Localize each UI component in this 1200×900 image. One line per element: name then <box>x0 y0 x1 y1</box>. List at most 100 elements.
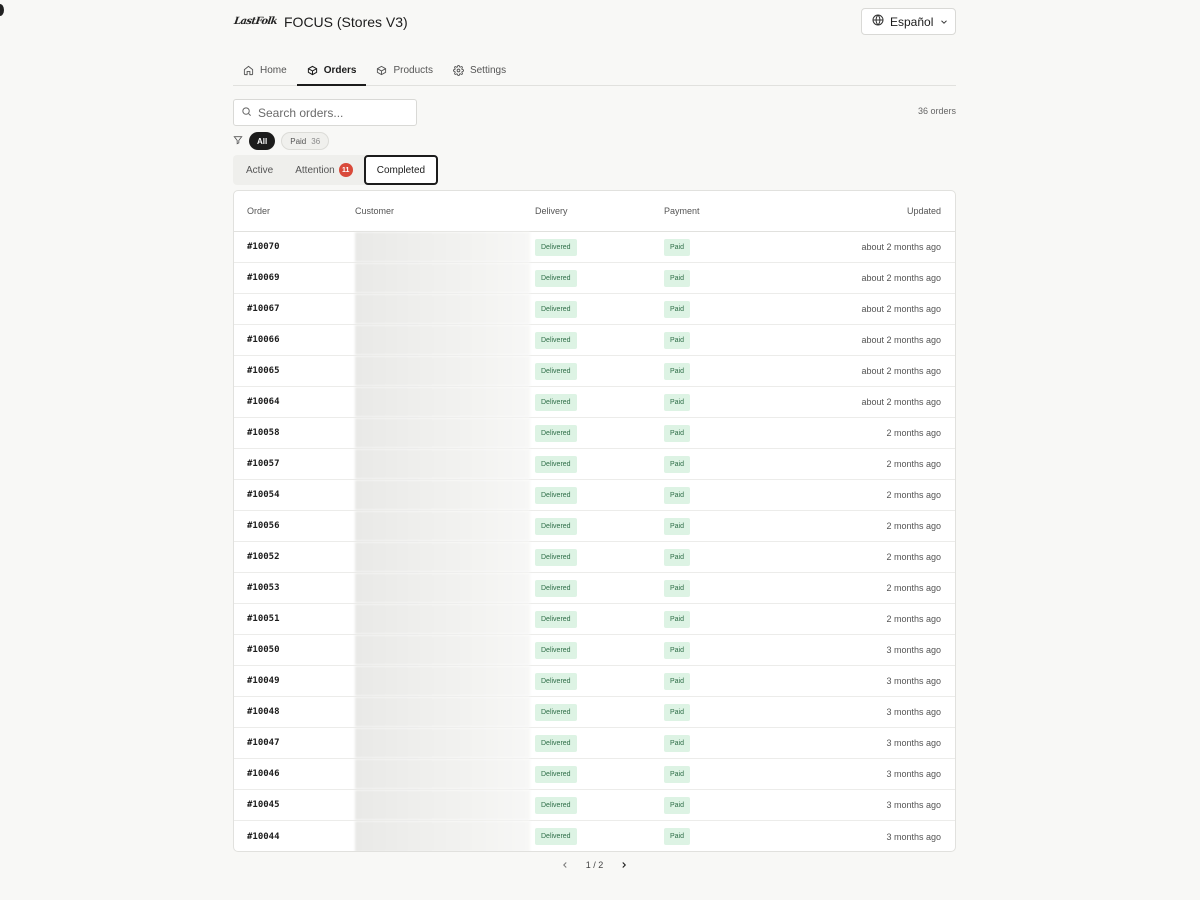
customer-redacted <box>355 790 530 820</box>
table-row[interactable]: #10069 Delivered Paid about 2 months ago <box>234 263 955 294</box>
status-tab-active[interactable]: Active <box>235 155 284 185</box>
table-row[interactable]: #10067 Delivered Paid about 2 months ago <box>234 294 955 325</box>
delivery-cell: Delivered <box>535 765 664 783</box>
status-tabs: Active Attention 11 Completed <box>233 155 439 185</box>
payment-status-badge: Paid <box>664 486 691 504</box>
table-row[interactable]: #10050 Delivered Paid 3 months ago <box>234 635 955 666</box>
updated-time: 3 months ago <box>886 831 941 842</box>
table-row[interactable]: #10052 Delivered Paid 2 months ago <box>234 542 955 573</box>
order-number: #10052 <box>247 552 280 562</box>
order-number: #10054 <box>247 490 280 500</box>
filter-icon[interactable] <box>233 132 243 150</box>
payment-status-badge: Paid <box>664 393 691 411</box>
updated-time: about 2 months ago <box>861 335 941 345</box>
customer-redacted <box>355 542 530 572</box>
customer-redacted <box>355 635 530 665</box>
customer-redacted <box>355 480 530 510</box>
order-number: #10049 <box>247 676 280 686</box>
box-icon <box>307 65 318 76</box>
delivery-cell: Delivered <box>535 362 664 380</box>
table-row[interactable]: #10049 Delivered Paid 3 months ago <box>234 666 955 697</box>
updated-time: 3 months ago <box>886 800 941 810</box>
search-input[interactable] <box>258 105 408 120</box>
filter-chip-all[interactable]: All <box>249 132 276 150</box>
col-payment-header: Payment <box>664 206 700 216</box>
status-tab-attention[interactable]: Attention 11 <box>284 155 363 185</box>
delivery-status-badge: Delivered <box>535 455 577 473</box>
table-row[interactable]: #10047 Delivered Paid 3 months ago <box>234 728 955 759</box>
payment-status-badge: Paid <box>664 455 691 473</box>
language-selector[interactable]: Español <box>861 8 956 35</box>
customer-redacted <box>355 759 530 789</box>
customer-cell <box>355 263 535 293</box>
customer-redacted <box>355 666 530 696</box>
order-number: #10051 <box>247 614 280 624</box>
customer-redacted <box>355 511 530 541</box>
customer-redacted <box>355 728 530 758</box>
table-row[interactable]: #10058 Delivered Paid 2 months ago <box>234 418 955 449</box>
filter-chip-all-label: All <box>257 136 268 146</box>
payment-cell: Paid <box>664 362 784 380</box>
order-number: #10048 <box>247 707 280 717</box>
tab-home[interactable]: Home <box>233 55 297 85</box>
table-row[interactable]: #10045 Delivered Paid 3 months ago <box>234 790 955 821</box>
customer-redacted <box>355 263 530 293</box>
edge-marker <box>0 4 4 16</box>
status-tab-active-label: Active <box>246 164 274 176</box>
customer-cell <box>355 666 535 696</box>
delivery-cell: Delivered <box>535 424 664 442</box>
table-row[interactable]: #10064 Delivered Paid about 2 months ago <box>234 387 955 418</box>
delivery-status-badge: Delivered <box>535 765 577 783</box>
payment-cell: Paid <box>664 269 784 287</box>
gear-icon <box>452 64 464 76</box>
customer-cell <box>355 542 535 572</box>
delivery-cell: Delivered <box>535 703 664 721</box>
table-row[interactable]: #10044 Delivered Paid 3 months ago <box>234 821 955 851</box>
table-row[interactable]: #10053 Delivered Paid 2 months ago <box>234 573 955 604</box>
order-number: #10050 <box>247 645 280 655</box>
table-row[interactable]: #10056 Delivered Paid 2 months ago <box>234 511 955 542</box>
payment-cell: Paid <box>664 300 784 318</box>
payment-cell: Paid <box>664 424 784 442</box>
header: LastFolk FOCUS (Stores V3) Español <box>233 0 956 44</box>
delivery-status-badge: Delivered <box>535 424 577 442</box>
table-row[interactable]: #10057 Delivered Paid 2 months ago <box>234 449 955 480</box>
filter-chip-paid[interactable]: Paid 36 <box>281 132 330 150</box>
delivery-status-badge: Delivered <box>535 796 577 814</box>
table-row[interactable]: #10070 Delivered Paid about 2 months ago <box>234 232 955 263</box>
tab-orders[interactable]: Orders <box>296 55 367 86</box>
app-title: FOCUS (Stores V3) <box>284 14 408 30</box>
delivery-cell: Delivered <box>535 238 664 256</box>
table-row[interactable]: #10066 Delivered Paid about 2 months ago <box>234 325 955 356</box>
updated-time: about 2 months ago <box>861 304 941 314</box>
table-row[interactable]: #10054 Delivered Paid 2 months ago <box>234 480 955 511</box>
customer-cell <box>355 232 535 262</box>
attention-count-badge: 11 <box>338 163 353 177</box>
customer-redacted <box>355 697 530 727</box>
table-row[interactable]: #10065 Delivered Paid about 2 months ago <box>234 356 955 387</box>
prev-page-button[interactable] <box>558 858 572 872</box>
home-icon <box>243 65 254 76</box>
next-page-button[interactable] <box>617 858 631 872</box>
table-row[interactable]: #10046 Delivered Paid 3 months ago <box>234 759 955 790</box>
payment-status-badge: Paid <box>664 331 691 349</box>
order-number: #10046 <box>247 769 280 779</box>
delivery-cell: Delivered <box>535 486 664 504</box>
payment-status-badge: Paid <box>664 765 691 783</box>
payment-status-badge: Paid <box>664 424 691 442</box>
table-row[interactable]: #10051 Delivered Paid 2 months ago <box>234 604 955 635</box>
status-tab-completed[interactable]: Completed <box>363 155 439 185</box>
payment-cell: Paid <box>664 517 784 535</box>
delivery-cell: Delivered <box>535 548 664 566</box>
customer-cell <box>355 759 535 789</box>
table-body: #10070 Delivered Paid about 2 months ago #10… <box>234 232 955 851</box>
customer-redacted <box>355 294 530 324</box>
payment-cell: Paid <box>664 393 784 411</box>
payment-cell: Paid <box>664 796 784 814</box>
delivery-status-badge: Delivered <box>535 517 577 535</box>
table-row[interactable]: #10048 Delivered Paid 3 months ago <box>234 697 955 728</box>
brand-logo: LastFolk <box>233 16 278 27</box>
tab-settings[interactable]: Settings <box>443 55 516 85</box>
tab-products[interactable]: Products <box>366 55 442 85</box>
payment-status-badge: Paid <box>664 703 691 721</box>
